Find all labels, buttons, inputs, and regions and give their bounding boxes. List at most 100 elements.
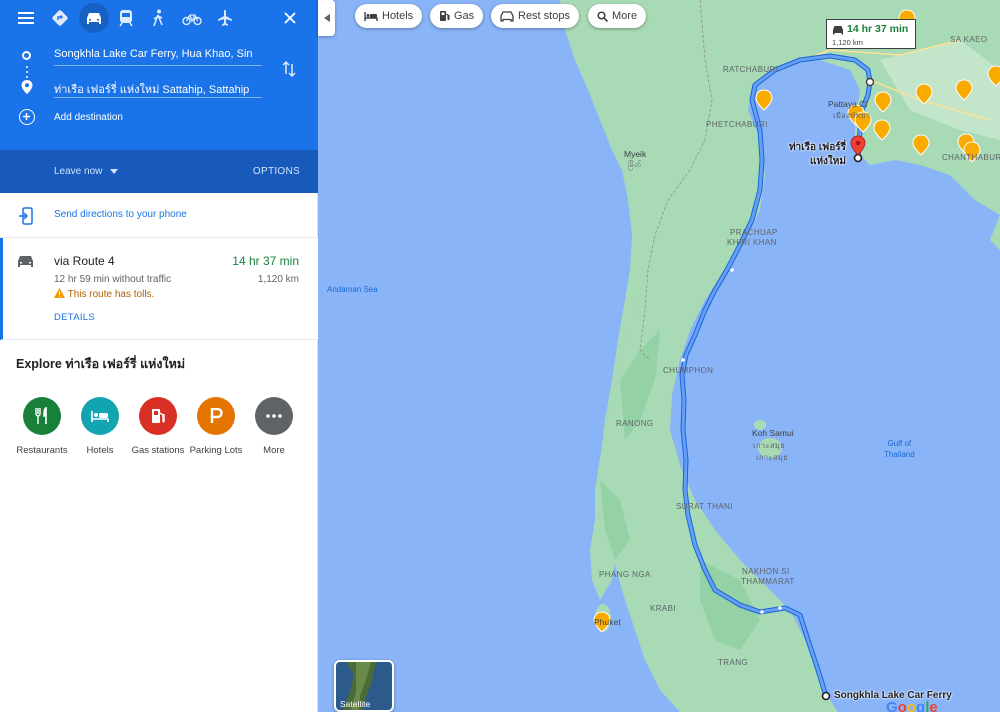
label-myeik-local: မြိတ် <box>628 160 642 169</box>
label-chanthaburi: CHANTHABURI <box>942 153 1000 162</box>
google-logo: Google <box>886 699 938 712</box>
route-distance: 1,120 km <box>257 274 299 285</box>
category-label: Gas stations <box>131 445 185 456</box>
hotel-icon <box>81 397 119 435</box>
label-trang: TRANG <box>718 658 748 667</box>
car-icon <box>18 256 33 267</box>
info-box-distance: 1,120 km <box>832 38 863 47</box>
label-sa-kaeo: SA KAEO <box>950 35 988 44</box>
category-label: Parking Lots <box>189 445 243 456</box>
route-info-box[interactable]: 14 hr 37 min 1,120 km <box>826 19 916 49</box>
car-icon <box>833 26 843 35</box>
toll-warning-text: This route has tolls. <box>67 289 155 300</box>
chip-gas-label: Gas <box>454 10 475 22</box>
chevron-down-icon <box>110 168 119 174</box>
gas-station-icon <box>139 397 177 435</box>
explore-parking-button[interactable]: Parking Lots <box>186 397 246 456</box>
search-icon <box>597 10 608 22</box>
chip-hotels-label: Hotels <box>382 10 414 22</box>
label-chumphon: CHUMPHON <box>663 366 714 375</box>
label-koh-samui-local: เกาะสมุย <box>753 441 786 450</box>
label-pattaya: Pattaya Ci <box>828 99 868 109</box>
origin-input[interactable]: Songkhla Lake Car Ferry, Hua Khao, Sin <box>54 48 262 66</box>
route-option-card[interactable]: via Route 4 14 hr 37 min 12 hr 59 min wi… <box>0 238 318 340</box>
chip-more-label: More <box>612 10 638 22</box>
send-to-phone-link[interactable]: Send directions to your phone <box>54 209 187 220</box>
destination-pin-icon <box>21 80 33 94</box>
flight-icon[interactable] <box>211 4 239 32</box>
label-nakhon-si: NAKHON SI <box>742 567 790 576</box>
chevron-left-icon <box>323 14 330 22</box>
satellite-label: Satellite <box>340 699 371 709</box>
driving-icon[interactable] <box>79 3 109 33</box>
label-gulf-of-thailand: Gulf of Thailand <box>884 438 915 460</box>
add-destination-icon[interactable] <box>19 109 35 125</box>
gas-station-icon <box>440 11 450 21</box>
satellite-toggle[interactable]: Satellite <box>334 660 394 712</box>
map-destination-label: ท่าเรือ เฟอร์รี่ แห่งใหม่ <box>772 141 846 169</box>
walking-icon[interactable] <box>144 4 172 32</box>
menu-icon[interactable] <box>12 4 40 32</box>
info-box-duration: 14 hr 37 min <box>847 23 909 35</box>
toll-warning: This route has tolls. <box>54 288 154 300</box>
explore-restaurants-button[interactable]: Restaurants <box>12 397 72 456</box>
chip-gas[interactable]: Gas <box>430 4 484 28</box>
label-surat-thani: SURAT THANI <box>676 502 733 511</box>
destination-input[interactable]: ท่าเรือ เฟอร์รี่ แห่งใหม่ Sattahip, Satt… <box>54 80 262 98</box>
label-prachuap: PRACHUAP <box>730 228 778 237</box>
close-icon[interactable] <box>276 4 304 32</box>
label-phetchaburi: PHETCHABURI <box>706 120 768 129</box>
label-krabi: KRABI <box>650 604 677 613</box>
label-phang-nga: PHANG NGA <box>599 570 651 579</box>
chip-more[interactable]: More <box>588 4 647 28</box>
label-pattaya-local: เมืองพัทยา <box>833 111 871 120</box>
route-duration: 14 hr 37 min <box>232 254 299 268</box>
explore-title: Explore ท่าเรือ เฟอร์รี่ แห่งใหม่ <box>16 357 186 371</box>
hotel-icon <box>364 11 378 21</box>
route-no-traffic-time: 12 hr 59 min without traffic <box>54 274 172 285</box>
label-khiri-khan-2: KHIRI KHAN <box>727 238 777 247</box>
travel-mode-bar <box>6 3 306 33</box>
add-destination-link[interactable]: Add destination <box>54 112 123 123</box>
destination-label-line-2: แห่งใหม่ <box>810 156 846 167</box>
chip-hotels[interactable]: Hotels <box>355 4 423 28</box>
label-andaman-sea: Andaman Sea <box>327 285 378 294</box>
explore-more-button[interactable]: More <box>244 397 304 456</box>
cycling-icon[interactable] <box>178 4 206 32</box>
maps-app: Songkhla Lake Car Ferry, Hua Khao, Sin ท… <box>0 0 1000 712</box>
transit-icon[interactable] <box>112 4 140 32</box>
explore-hotels-button[interactable]: Hotels <box>70 397 130 456</box>
restaurant-icon <box>23 397 61 435</box>
directions-panel: Songkhla Lake Car Ferry, Hua Khao, Sin ท… <box>0 0 318 712</box>
destination-label-line-1: ท่าเรือ เฟอร์รี่ <box>788 142 846 153</box>
options-button[interactable]: OPTIONS <box>253 166 300 177</box>
route-connector <box>26 66 28 81</box>
leave-now-dropdown[interactable]: Leave now <box>54 166 119 177</box>
chip-rest-stops-label: Rest stops <box>518 10 570 22</box>
category-label: Restaurants <box>16 445 68 456</box>
chip-rest-stops[interactable]: Rest stops <box>491 4 579 28</box>
category-label: Hotels <box>86 445 114 456</box>
details-link[interactable]: DETAILS <box>54 312 95 323</box>
route-title: via Route 4 <box>54 254 115 268</box>
best-route-icon[interactable] <box>46 4 74 32</box>
label-koh-samui-local-2: เกาะสมุย <box>756 453 789 462</box>
label-koh-samui: Koh Samui <box>752 428 794 438</box>
label-phuket: Phuket <box>594 618 622 627</box>
collapse-panel-button[interactable] <box>318 0 335 36</box>
swap-icon[interactable] <box>280 60 298 83</box>
label-ratchaburi: RATCHABURI <box>723 65 779 74</box>
leave-now-label: Leave now <box>54 166 103 177</box>
label-thammarat: THAMMARAT <box>741 577 795 586</box>
send-to-phone-row[interactable]: Send directions to your phone <box>0 193 318 238</box>
send-to-phone-icon <box>19 207 33 225</box>
directions-header: Songkhla Lake Car Ferry, Hua Khao, Sin ท… <box>0 0 318 150</box>
label-gulf-line-2: Thailand <box>884 450 915 459</box>
label-ranong: RANONG <box>616 419 654 428</box>
label-myeik: Myeik <box>624 149 647 159</box>
explore-gas-stations-button[interactable]: Gas stations <box>128 397 188 456</box>
rest-stop-icon <box>500 10 514 22</box>
category-label: More <box>263 445 285 456</box>
departure-options-bar: Leave now OPTIONS <box>0 150 318 193</box>
more-icon <box>255 397 293 435</box>
